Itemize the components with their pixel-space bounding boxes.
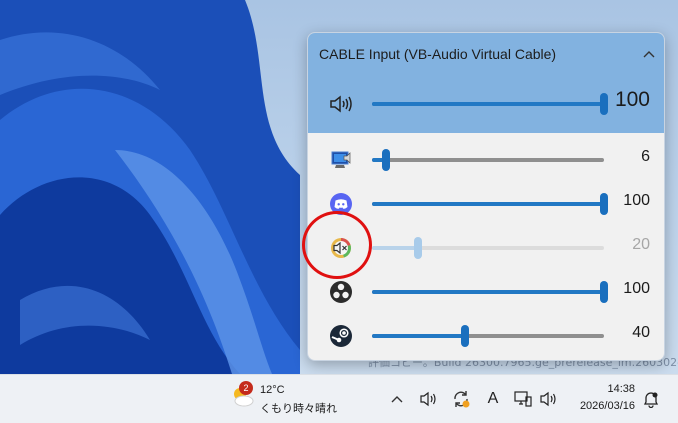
tray-volume-button[interactable] xyxy=(419,389,439,409)
app-volume-value: 20 xyxy=(632,236,650,253)
master-volume-slider[interactable] xyxy=(372,93,608,115)
speaker-icon xyxy=(540,391,556,407)
master-volume-value: 100 xyxy=(614,88,650,111)
collapse-button[interactable] xyxy=(638,43,660,65)
slider-fill xyxy=(372,102,604,106)
taskbar: 2 12°C くもり時々晴れ A 14:38 2026/03/16 xyxy=(0,374,678,423)
app-volume-value: 100 xyxy=(623,280,650,297)
slider-fill xyxy=(372,290,604,294)
obs-icon[interactable] xyxy=(328,280,354,304)
speaker-icon xyxy=(420,391,436,407)
volume-mixer-flyout: CABLE Input (VB-Audio Virtual Cable) 100… xyxy=(307,32,665,361)
slider-thumb[interactable] xyxy=(381,149,390,171)
chevron-up-icon xyxy=(643,51,655,58)
steam-icon[interactable] xyxy=(328,324,354,348)
tray-network-button[interactable] xyxy=(513,389,533,409)
app-volume-slider[interactable] xyxy=(372,193,608,215)
slider-fill xyxy=(372,246,419,250)
app-volume-value: 40 xyxy=(632,324,650,341)
network-icon xyxy=(514,391,532,407)
tray-sync-button[interactable] xyxy=(451,389,471,409)
clock-date[interactable]: 2026/03/16 xyxy=(580,400,635,412)
notification-badge: 2 xyxy=(239,381,253,395)
ime-mode-indicator[interactable]: A xyxy=(483,389,503,409)
weather-description[interactable]: くもり時々晴れ xyxy=(260,400,337,416)
app-volume-slider[interactable] xyxy=(372,325,604,347)
show-hidden-icons-button[interactable] xyxy=(387,389,407,409)
app-row-discord: 100 xyxy=(308,184,664,224)
sync-icon xyxy=(454,391,470,408)
master-volume-row: 100 xyxy=(308,84,664,124)
tray-speaker-button[interactable] xyxy=(539,389,559,409)
weather-temperature[interactable]: 12°C xyxy=(260,384,285,396)
app-row-steam: 40 xyxy=(308,316,664,356)
app-volume-slider[interactable] xyxy=(372,149,604,171)
slider-thumb[interactable] xyxy=(414,237,423,259)
highlight-circle xyxy=(302,211,372,279)
slider-track xyxy=(372,158,604,162)
speaker-icon[interactable] xyxy=(328,92,354,116)
bell-icon xyxy=(643,392,659,408)
slider-fill xyxy=(372,334,465,338)
app-volume-value: 100 xyxy=(623,192,650,209)
app-row-system-sounds: 6 xyxy=(308,140,664,180)
app-volume-slider[interactable] xyxy=(372,281,608,303)
app-row-obs: 100 xyxy=(308,272,664,312)
chevron-up-icon xyxy=(391,396,403,403)
device-header: CABLE Input (VB-Audio Virtual Cable) 100 xyxy=(308,33,664,133)
app-volume-value: 6 xyxy=(641,148,650,165)
slider-fill xyxy=(372,202,604,206)
slider-thumb[interactable] xyxy=(460,325,469,347)
clock-time[interactable]: 14:38 xyxy=(607,383,635,395)
output-device-name: CABLE Input (VB-Audio Virtual Cable) xyxy=(319,46,557,62)
notification-center-button[interactable] xyxy=(641,389,661,409)
app-volume-slider[interactable] xyxy=(372,237,604,259)
system-sounds-icon[interactable] xyxy=(328,148,354,172)
